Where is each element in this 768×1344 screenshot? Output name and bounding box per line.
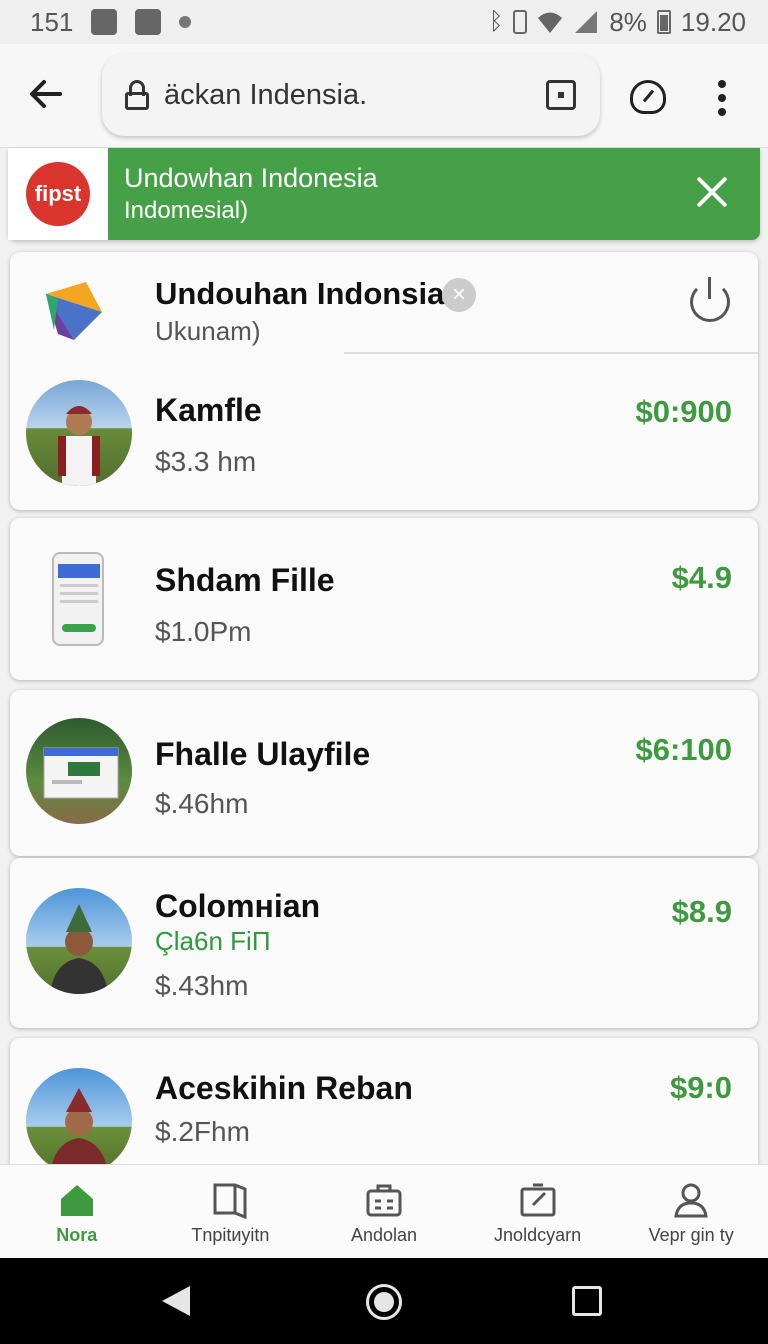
back-arrow-icon[interactable] [26,74,66,114]
item-price: $8.9 [671,894,732,929]
nav-label: Andolan [350,1225,418,1245]
home-icon [60,1185,93,1216]
clock: 19.20 [680,6,746,37]
item-meta: $.2Fhm [155,1116,250,1147]
battery-icon [656,10,671,34]
banner-logo-container: fipst [8,148,108,240]
system-recents-icon[interactable] [572,1286,602,1316]
lock-icon [124,80,150,110]
edit-box-icon [520,1183,556,1217]
tab-switcher-icon[interactable] [546,80,576,110]
avatar [26,1068,132,1174]
nav-label: Jnoldcyarn [494,1225,582,1245]
list-item[interactable]: Fhalle Ulayfile $.46hm $6:100 [10,690,758,856]
status-left: 151 [30,6,192,38]
item-name: Shdam Fille [155,562,335,598]
item-subtitle: Çla6n FiП [155,926,271,956]
clear-icon[interactable]: × [442,278,476,312]
system-nav-bar [0,1258,768,1344]
item-name: Aceskihin Reban [155,1070,413,1106]
location-dot-icon [179,16,192,28]
item-price: $4.9 [671,560,732,595]
app-subtitle: Ukunam) [155,316,261,346]
briefcase-icon [366,1184,402,1217]
status-right: ᛒ 8% 19.20 [489,7,746,38]
banner-logo: fipst [26,162,90,226]
list-item[interactable]: Aceskihin Reban $.2Fhm $9:0 [10,1038,758,1178]
bluetooth-icon: ᛒ [488,8,504,35]
nav-label: Tnpitиyitn [191,1225,270,1245]
status-bar: 151 ᛒ 8% 19.20 [0,0,768,44]
banner-title: Undowhan Indonesia [124,163,378,193]
app-title: Undouhan Indonsia [155,276,445,311]
battery-percent: 8% [609,6,647,37]
list-item[interactable]: Colomнian Çla6n FiП $.43hm $8.9 [10,858,758,1028]
power-icon[interactable] [690,277,730,322]
item-price: $9:0 [669,1070,732,1105]
browser-toolbar: äckan Indensia. [0,44,768,148]
avatar [26,718,132,824]
item-name[interactable]: Kamfle [155,392,262,429]
gallery-notification-icon [91,9,118,35]
system-back-icon[interactable] [162,1286,190,1316]
url-bar[interactable]: äckan Indensia. [102,54,600,136]
item-meta: $1.0Pm [155,616,252,647]
vibrate-icon [513,10,528,34]
nav-item-profile[interactable]: Vepr gin ty [614,1165,768,1258]
wifi-icon [538,12,563,33]
speedometer-icon[interactable] [630,80,666,114]
phone-thumbnail [52,552,104,646]
cell-signal-icon [575,11,598,33]
url-text[interactable]: äckan Indensia. [164,79,367,112]
app-logo-icon [46,282,102,340]
item-price: $0:900 [635,394,732,429]
system-home-icon[interactable] [366,1284,402,1320]
item-price: $6:100 [635,732,732,767]
app-notification-icon [135,9,162,35]
nav-label: Nora [56,1225,98,1245]
app-header[interactable]: Undouhan Indonsia × Ukunam) [10,252,758,352]
avatar [26,380,132,486]
nav-label: Vepr gin ty [648,1225,734,1245]
banner-text: Undowhan Indonesia Indomesial) [124,161,378,227]
item-name: Colomнian [155,888,321,924]
avatar [26,888,132,994]
divider [344,352,758,354]
item-name: Fhalle Ulayfile [155,736,371,772]
item-meta: $.43hm [155,970,249,1001]
nav-item-book[interactable]: Tnpitиyitn [154,1165,308,1258]
list-item[interactable]: Shdam Fille $1.0Pm $4.9 [10,518,758,680]
item-meta: $3.3 hm [155,446,257,477]
person-icon [674,1183,708,1218]
promo-banner[interactable]: fipst Undowhan Indonesia Indomesial) [8,148,760,240]
more-options-icon[interactable] [716,80,728,116]
banner-close-icon[interactable] [692,172,732,212]
notification-count: 151 [30,6,74,37]
nav-item-home[interactable]: Nora [0,1165,154,1258]
app-card: Undouhan Indonsia × Ukunam) Kamfle $3.3 … [10,252,758,510]
nav-item-edit[interactable]: Jnoldcyarn [461,1165,615,1258]
book-icon [213,1183,247,1219]
bottom-nav: Nora Tnpitиyitn Andolan Jnoldcyarn Vepr … [0,1164,768,1258]
item-meta: $.46hm [155,788,249,819]
nav-item-briefcase[interactable]: Andolan [307,1165,461,1258]
banner-subtitle: Indomesial) [124,197,249,224]
